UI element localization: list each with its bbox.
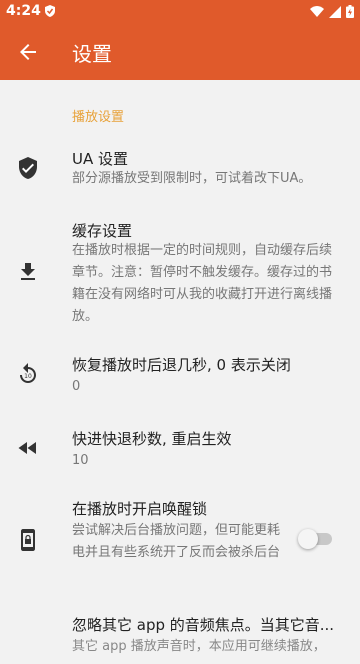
setting-cache[interactable]: 缓存设置 在播放时根据一定的时间规则，自动缓存后续章节。注意：暂停时不触发缓存。… [0,210,360,330]
wake-lock-toggle[interactable] [298,529,334,549]
setting-summary: 其它 app 播放声音时，本应用可继续播放， [72,639,326,654]
setting-ua[interactable]: UA 设置 部分源播放受到限制时，可试着改下UA。 [0,136,360,200]
setting-title: 忽略其它 app 的音频焦点。当其它音... [72,616,335,634]
toggle-thumb [298,529,318,549]
status-time: 4:24 [6,3,41,19]
setting-title: 恢复播放时后退几秒, 0 表示关闭 [72,356,291,374]
setting-title: 缓存设置 [72,222,133,240]
setting-seek-seconds[interactable]: 快进快退秒数, 重启生效 10 [0,416,360,480]
replay-icon: 10 [20,363,36,383]
setting-title: 快进快退秒数, 重启生效 [72,430,232,448]
status-bar: 4:24 [0,0,360,24]
settings-list: 播放设置 UA 设置 部分源播放受到限制时，可试着改下UA。 缓存设置 在播放时… [0,80,360,654]
fast-rewind-icon [18,442,36,454]
page-title: 设置 [72,42,112,66]
app-bar: 设置 [0,24,360,80]
battery-icon [346,5,354,18]
svg-text:10: 10 [24,373,32,380]
setting-title: 在播放时开启唤醒锁 [72,500,208,518]
signal-icon [329,5,341,18]
shield-check-icon [19,157,37,179]
section-header-playback: 播放设置 [72,110,125,125]
wifi-icon [310,5,324,17]
setting-resume-rewind[interactable]: 10 恢复播放时后退几秒, 0 表示关闭 0 [0,342,360,408]
setting-summary: 尝试解决后台播放问题，但可能更耗电并且有些系统开了反而会被杀后台 [72,523,281,560]
setting-summary: 0 [72,379,81,394]
setting-audio-focus[interactable]: 忽略其它 app 的音频焦点。当其它音... 其它 app 播放声音时，本应用可… [0,604,360,664]
phone-lock-icon [21,529,35,551]
setting-summary: 部分源播放受到限制时，可试着改下UA。 [72,171,312,186]
setting-summary: 在播放时根据一定的时间规则，自动缓存后续章节。注意：暂停时不触发缓存。缓存过的书… [72,243,333,324]
setting-summary: 10 [72,453,89,468]
notification-shield-icon [45,5,55,17]
download-icon [21,263,35,280]
status-icons [310,5,354,18]
setting-title: UA 设置 [72,150,129,168]
setting-wake-lock[interactable]: 在播放时开启唤醒锁 尝试解决后台播放问题，但可能更耗电并且有些系统开了反而会被杀… [0,490,360,590]
arrow-back-icon[interactable] [16,40,40,64]
